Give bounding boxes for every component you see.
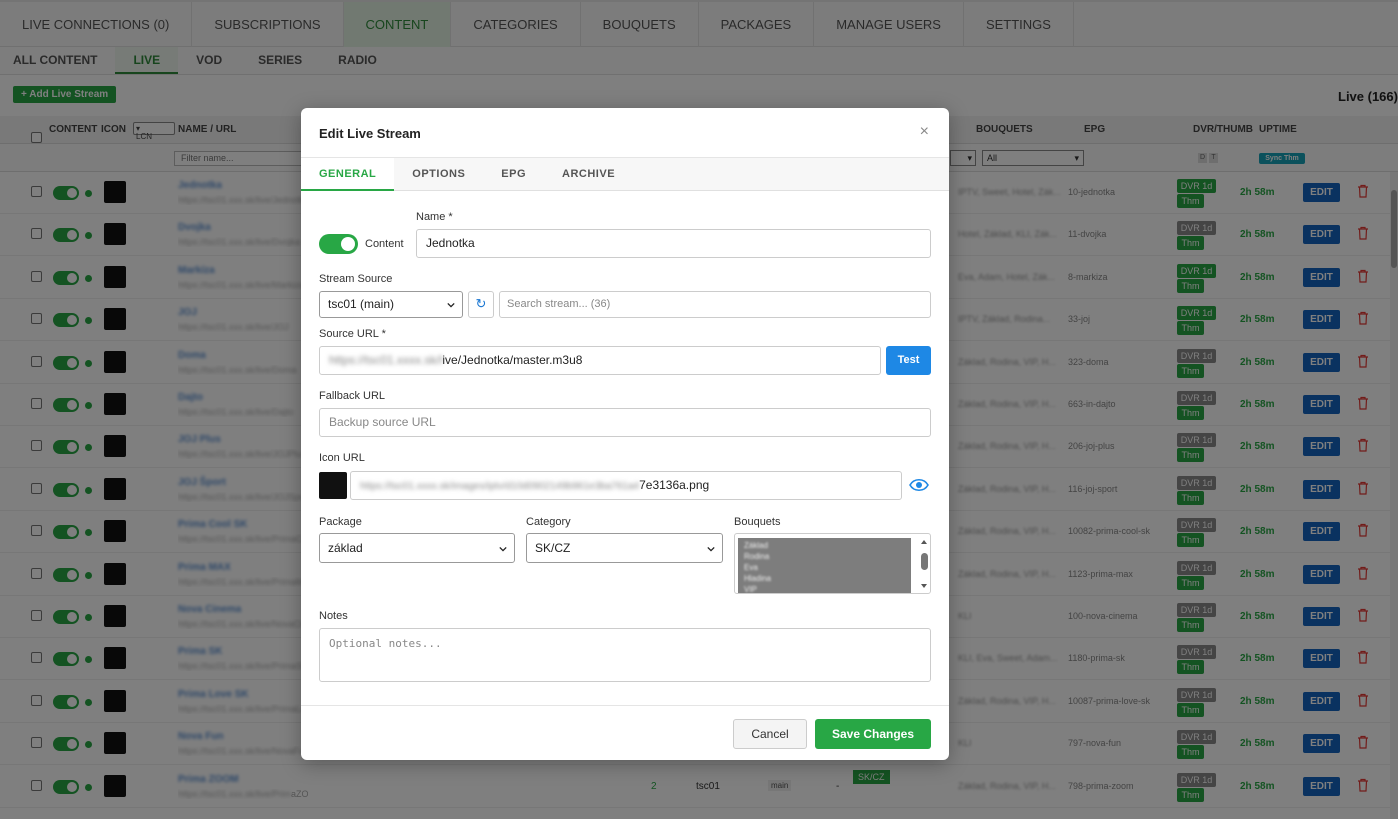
notes-textarea[interactable]: Optional notes... (319, 628, 931, 682)
bouquet-option[interactable]: VIP (744, 585, 757, 593)
content-toggle-label: Content (365, 238, 404, 250)
fallback-url-label: Fallback URL (319, 390, 386, 402)
bouquet-option[interactable]: Rodina (744, 552, 769, 561)
notes-label: Notes (319, 610, 348, 622)
name-label: Name * (416, 211, 453, 223)
source-url-input[interactable]: https://tsc01.xxxx.sk/live/Jednotka/mast… (319, 346, 881, 375)
bouquets-scrollbar[interactable] (918, 536, 930, 593)
icon-url-input[interactable]: https://tsc01.xxxx.sk/images/iptv/d10d09… (350, 471, 902, 500)
category-label: Category (526, 516, 571, 528)
bouquet-option[interactable]: Základ (744, 541, 768, 550)
bouquets-label: Bouquets (734, 516, 781, 528)
chevron-down-icon (447, 302, 455, 308)
bouquet-option[interactable]: Hladina (744, 574, 771, 583)
bouquet-option[interactable]: Eva (744, 563, 758, 572)
dialog-tab-options[interactable]: OPTIONS (394, 158, 483, 191)
stream-source-label: Stream Source (319, 273, 393, 285)
bouquets-selected-items: Základ Rodina Eva Hladina VIP (738, 538, 911, 593)
close-icon[interactable]: × (920, 123, 929, 141)
dialog-tab-general[interactable]: GENERAL (301, 158, 395, 191)
refresh-streams-button[interactable]: ↻ (468, 291, 494, 318)
cancel-button[interactable]: Cancel (733, 719, 807, 749)
bouquets-multiselect[interactable]: Základ Rodina Eva Hladina VIP (734, 533, 931, 594)
dialog-footer: Cancel Save Changes (301, 705, 949, 760)
category-select[interactable]: SK/CZ (526, 533, 723, 563)
refresh-icon: ↻ (475, 296, 487, 311)
edit-live-stream-dialog: Edit Live Stream × GENERAL OPTIONS EPG ARCH… (301, 108, 949, 760)
chevron-down-icon (707, 546, 715, 552)
package-label: Package (319, 516, 362, 528)
eye-icon[interactable] (909, 476, 929, 494)
content-toggle[interactable] (319, 234, 358, 254)
search-stream-input[interactable]: Search stream... (36) (499, 291, 931, 318)
icon-url-label: Icon URL (319, 452, 365, 464)
source-url-label: Source URL * (319, 328, 386, 340)
package-select[interactable]: základ (319, 533, 515, 563)
dialog-tab-archive[interactable]: ARCHIVE (544, 158, 633, 191)
dialog-title: Edit Live Stream (319, 126, 421, 141)
test-url-button[interactable]: Test (886, 346, 931, 375)
dialog-header: Edit Live Stream × (301, 108, 949, 158)
chevron-down-icon (499, 546, 507, 552)
fallback-url-input[interactable]: Backup source URL (319, 408, 931, 437)
name-input[interactable]: Jednotka (416, 229, 931, 258)
channel-icon-preview (319, 472, 347, 499)
dialog-tab-epg[interactable]: EPG (483, 158, 544, 191)
dialog-tabs: GENERAL OPTIONS EPG ARCHIVE (301, 158, 949, 191)
save-changes-button[interactable]: Save Changes (815, 719, 931, 749)
stream-source-select[interactable]: tsc01 (main) (319, 291, 463, 318)
